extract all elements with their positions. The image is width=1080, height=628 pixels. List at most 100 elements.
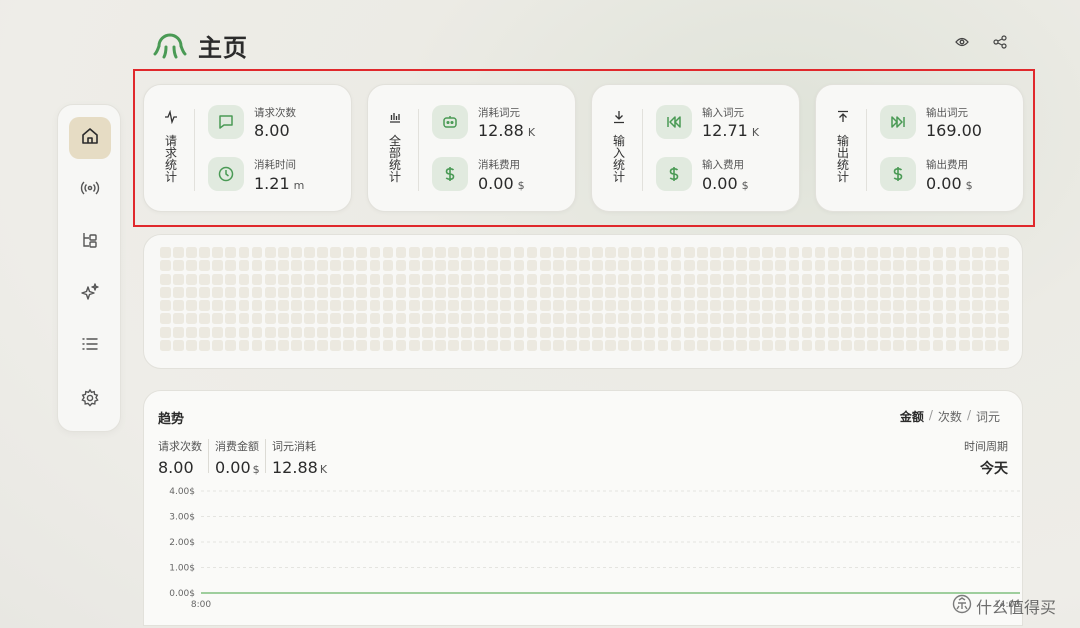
heatmap-cell <box>618 273 630 285</box>
heatmap-cell <box>709 260 721 272</box>
heatmap-cell <box>487 326 499 338</box>
heatmap-cell <box>552 300 564 312</box>
heatmap-cell <box>696 286 708 298</box>
heatmap-cell <box>867 247 878 258</box>
nav-hierarchy[interactable] <box>69 221 111 263</box>
heatmap-cell <box>264 273 276 285</box>
heatmap-cell <box>474 300 486 312</box>
tab-count[interactable]: 次数 <box>938 408 962 425</box>
heatmap-cell <box>775 313 787 325</box>
heatmap-cell <box>814 273 826 285</box>
heatmap-cell <box>618 326 630 338</box>
heatmap-cell <box>277 273 289 285</box>
heatmap-cell <box>762 260 774 272</box>
heatmap-cell <box>631 313 643 325</box>
nav-home[interactable] <box>69 117 111 159</box>
heatmap-cell <box>421 340 433 352</box>
share-icon[interactable] <box>990 32 1010 52</box>
heatmap-cell <box>605 340 616 352</box>
summary-value: 0.00 $ <box>215 458 260 477</box>
heatmap-cell <box>225 313 237 325</box>
watermark-text: 什么值得买 <box>976 598 1057 617</box>
metric-value: 12.88 K <box>478 121 536 140</box>
heatmap-cell <box>474 273 486 285</box>
watermark-logo <box>952 594 972 618</box>
heatmap-cell <box>251 326 263 338</box>
heatmap-cell <box>186 326 197 338</box>
heatmap-cell <box>605 260 616 272</box>
heatmap-cell <box>277 260 289 272</box>
heatmap-cell <box>382 313 394 325</box>
nav-list[interactable] <box>69 325 111 367</box>
heatmap-cell <box>461 313 472 325</box>
watermark: 什么值得买 <box>952 594 1056 618</box>
x-tick-label: 8:00 <box>191 600 211 610</box>
heatmap-cell <box>382 286 394 298</box>
heatmap-cell <box>906 260 918 272</box>
heatmap-cell <box>657 340 669 352</box>
heatmap-cell <box>631 326 643 338</box>
heatmap-cell <box>160 300 171 312</box>
metric-value: 1.21 m <box>254 174 305 193</box>
heatmap-cell <box>998 247 1009 258</box>
time-period[interactable]: 时间周期 今天 <box>964 438 1008 478</box>
heatmap-cell <box>644 273 656 285</box>
heatmap-cell <box>330 247 342 258</box>
divider <box>642 109 643 191</box>
metric-label: 消耗费用 <box>478 159 520 171</box>
heatmap-cell <box>840 286 852 298</box>
nav-broadcast[interactable] <box>69 169 111 211</box>
heatmap-cell <box>487 273 499 285</box>
heatmap-cell <box>592 260 603 272</box>
heatmap-cell <box>919 247 931 258</box>
heatmap-cell <box>395 340 407 352</box>
heatmap-cell <box>958 326 970 338</box>
heatmap-cell <box>945 273 957 285</box>
tab-amount[interactable]: 金额 <box>900 408 924 425</box>
heatmap-cell <box>395 326 407 338</box>
heatmap-cell <box>762 313 774 325</box>
heatmap-cell <box>225 260 237 272</box>
nav-settings[interactable] <box>69 379 111 421</box>
heatmap-cell <box>867 313 878 325</box>
heatmap-cell <box>945 326 957 338</box>
heatmap-cell <box>867 300 878 312</box>
heatmap-cell <box>474 326 486 338</box>
heatmap-cell <box>343 326 355 338</box>
heatmap-cell <box>984 326 996 338</box>
heatmap-cell <box>421 286 433 298</box>
heatmap-cell <box>304 340 315 352</box>
heatmap-cell <box>552 313 564 325</box>
heatmap-cell <box>670 247 682 258</box>
heatmap-cell <box>579 247 590 258</box>
heatmap-cell <box>448 300 459 312</box>
heatmap-cell <box>932 340 944 352</box>
heatmap-cell <box>932 273 944 285</box>
heatmap-cell <box>696 300 708 312</box>
heatmap-cell <box>513 326 525 338</box>
heatmap-cell <box>906 340 918 352</box>
heatmap-cell <box>775 340 787 352</box>
heatmap-cell <box>880 286 891 298</box>
heatmap-cell <box>251 247 263 258</box>
heatmap-cell <box>657 273 669 285</box>
heatmap-cell <box>395 286 407 298</box>
tab-tokens[interactable]: 词元 <box>976 408 1000 425</box>
heatmap-cell <box>552 273 564 285</box>
heatmap-cell <box>853 260 865 272</box>
heatmap-cell <box>579 273 590 285</box>
heatmap-cell <box>827 260 839 272</box>
heatmap-cell <box>421 247 433 258</box>
heatmap-cell <box>736 247 747 258</box>
heatmap-cell <box>958 247 970 258</box>
heatmap-cell <box>932 260 944 272</box>
heatmap-cell <box>932 300 944 312</box>
heatmap-cell <box>330 313 342 325</box>
heatmap-cell <box>919 300 931 312</box>
heatmap-cell <box>709 326 721 338</box>
heatmap-cell <box>736 260 747 272</box>
heatmap-cell <box>186 300 197 312</box>
nav-sparkle[interactable] <box>69 273 111 315</box>
heatmap-cell <box>382 260 394 272</box>
eye-icon[interactable] <box>952 32 972 52</box>
